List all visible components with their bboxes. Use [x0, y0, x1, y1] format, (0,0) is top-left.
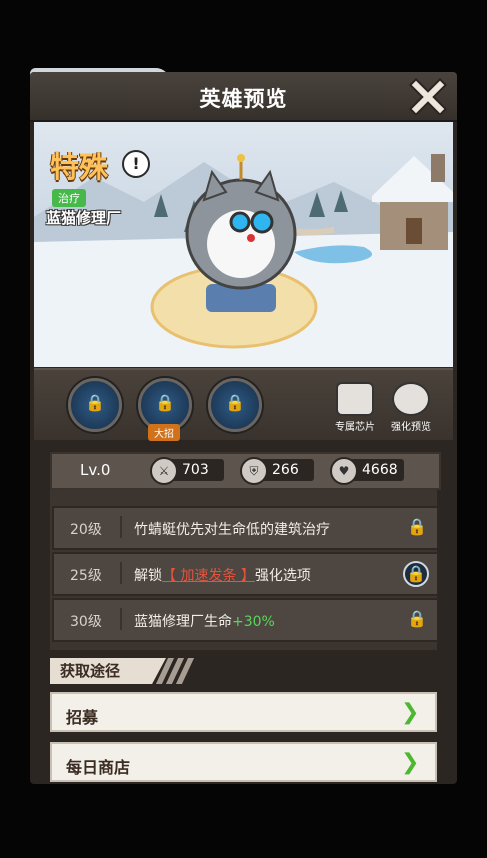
- eye-icon: [392, 382, 430, 416]
- unlock-text: 竹蜻蜓优先对生命低的建筑治疗: [134, 522, 330, 538]
- unlock-bonus: +30%: [232, 614, 275, 630]
- defense-value: 266: [272, 462, 299, 478]
- unlock-row: 20级 竹蜻蜓优先对生命低的建筑治疗 🔒: [52, 506, 439, 550]
- sword-icon: ⚔: [150, 457, 178, 485]
- divider: [120, 608, 122, 630]
- unlock-level: 30级: [70, 614, 102, 630]
- unlock-level: 20级: [70, 522, 102, 538]
- hp-stat: ♥ 4668: [330, 457, 404, 485]
- skill-slot-3[interactable]: 🔒: [208, 378, 262, 432]
- skill-bar: 🔒 🔒 大招 🔒 专属芯片 强化预览: [34, 368, 453, 441]
- source-recruit-button[interactable]: 招募 ❯: [50, 692, 437, 732]
- source-label: 招募: [66, 708, 99, 727]
- hero-type: 特殊: [50, 150, 109, 184]
- lock-icon: 🔒: [407, 517, 427, 536]
- unlock-highlight-link[interactable]: 【 加速发条 】: [162, 568, 255, 584]
- unlock-row: 30级 蓝猫修理厂生命+30% 🔒: [52, 598, 439, 642]
- lock-icon: 🔒: [85, 393, 105, 412]
- window-title: 英雄预览: [199, 87, 288, 111]
- source-label: 每日商店: [66, 758, 131, 777]
- lock-icon: 🔒: [225, 393, 245, 412]
- exclusive-chip-label: 专属芯片: [335, 422, 375, 433]
- lock-icon: 🔒: [407, 609, 427, 628]
- divider: [120, 516, 122, 538]
- unlock-list: 20级 竹蜻蜓优先对生命低的建筑治疗 🔒 25级 解锁【 加速发条 】强化选项 …: [50, 490, 439, 650]
- hp-value: 4668: [362, 462, 398, 478]
- role-badge: 治疗: [52, 189, 86, 207]
- sources-header: 获取途径: [50, 658, 437, 688]
- chip-icon: [336, 382, 374, 416]
- hero-scene: 特殊 ! 治疗 蓝猫修理厂: [34, 122, 453, 367]
- chevron-right-icon: ❯: [401, 750, 420, 775]
- hero-preview-panel: 英雄预览 特殊 ! 治疗 蓝猫修理厂 🔒 🔒 大招 🔒 专属芯片 强化预览 Lv…: [30, 72, 457, 784]
- title-bar: 英雄预览: [30, 72, 457, 122]
- sources-title: 获取途径: [50, 658, 166, 684]
- unlock-level: 25级: [70, 568, 102, 584]
- hero-name: 蓝猫修理厂: [46, 209, 122, 227]
- unlock-row: 25级 解锁【 加速发条 】强化选项 🔒: [52, 552, 439, 596]
- divider: [120, 562, 122, 584]
- attack-value: 703: [182, 462, 209, 478]
- level-label: Lv.0: [80, 461, 111, 479]
- stats-bar: Lv.0 ⚔ 703 ⛨ 266 ♥ 4668: [50, 452, 441, 490]
- chevron-right-icon: ❯: [401, 700, 420, 725]
- attack-stat: ⚔ 703: [150, 457, 224, 485]
- enhance-preview-button[interactable]: 强化预览: [386, 382, 436, 433]
- unlock-text: 蓝猫修理厂生命: [134, 614, 232, 630]
- exclusive-chip-button[interactable]: 专属芯片: [330, 382, 380, 433]
- defense-stat: ⛨ 266: [240, 457, 314, 485]
- skill-slot-1[interactable]: 🔒: [68, 378, 122, 432]
- lock-icon[interactable]: 🔒: [403, 561, 429, 587]
- unlock-description: 解锁【 加速发条 】强化选项: [134, 565, 311, 585]
- unlock-description: 蓝猫修理厂生命+30%: [134, 611, 275, 631]
- unlock-text: 强化选项: [254, 568, 311, 584]
- shield-icon: ⛨: [240, 457, 268, 485]
- source-daily-shop-button[interactable]: 每日商店 ❯: [50, 742, 437, 782]
- heart-icon: ♥: [330, 457, 358, 485]
- close-icon[interactable]: [409, 78, 447, 116]
- lock-icon: 🔒: [155, 393, 175, 412]
- unlock-description: 竹蜻蜓优先对生命低的建筑治疗: [134, 519, 330, 539]
- info-icon[interactable]: !: [122, 150, 150, 178]
- enhance-preview-label: 强化预览: [391, 422, 431, 433]
- ultimate-tag: 大招: [148, 424, 180, 441]
- unlock-text: 解锁: [134, 568, 162, 584]
